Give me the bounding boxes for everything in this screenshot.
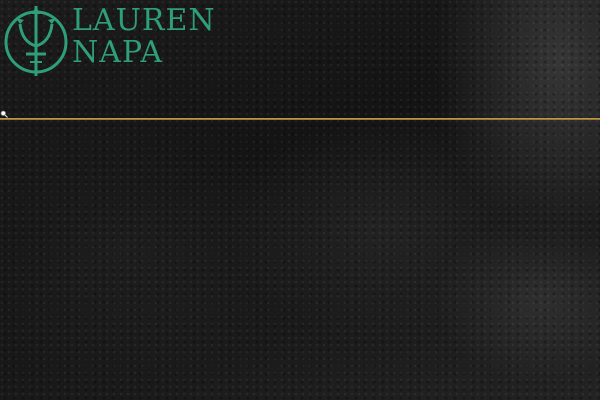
logo-text-line1: LAUREN: [72, 3, 216, 38]
site-logo-link[interactable]: LAUREN NAPA: [0, 0, 215, 80]
logo-text-line2: NAPA: [72, 35, 164, 70]
trident-emblem-icon: [4, 6, 68, 76]
header-divider: [0, 118, 600, 120]
site-header: LAUREN NAPA: [0, 0, 600, 118]
page: LAUREN NAPA: [0, 0, 600, 400]
search-icon[interactable]: [0, 110, 8, 118]
